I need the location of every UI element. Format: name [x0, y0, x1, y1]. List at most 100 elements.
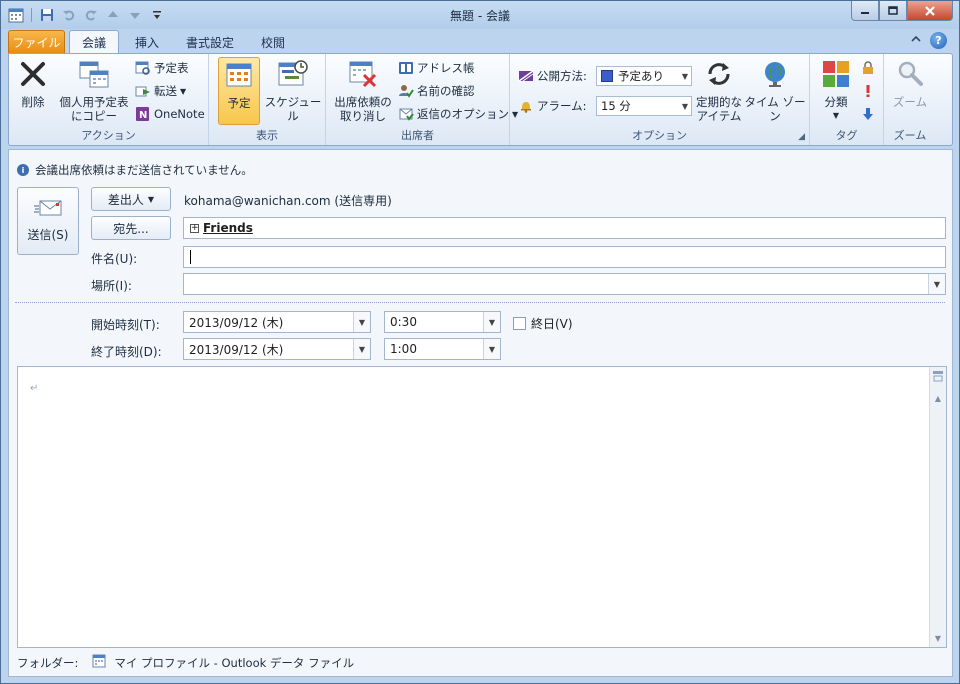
- cancel-invitation-label-2: 取り消し: [340, 109, 386, 123]
- paragraph-mark: ↵: [30, 383, 39, 394]
- location-dropdown-icon[interactable]: ▼: [928, 274, 945, 294]
- folder-label: フォルダー:: [17, 655, 79, 670]
- send-envelope-icon: [33, 199, 63, 220]
- reminder-value: 15 分: [601, 99, 631, 113]
- start-date-dropdown-icon[interactable]: ▼: [353, 312, 370, 332]
- onenote-button[interactable]: N OneNote: [135, 104, 205, 124]
- scheduling-button[interactable]: スケジュール: [262, 57, 324, 123]
- group-zoom: ズーム ズーム: [884, 54, 936, 145]
- all-day-checkbox[interactable]: 終日(V): [513, 315, 573, 332]
- start-time-dropdown-icon[interactable]: ▼: [483, 312, 500, 332]
- copy-label-1: 個人用予定表: [59, 95, 129, 109]
- reminder-label-wrap: アラーム:: [518, 96, 587, 116]
- copy-label-2: にコピー: [71, 109, 117, 123]
- end-time-dropdown-icon[interactable]: ▼: [483, 339, 500, 359]
- expand-group-icon[interactable]: +: [190, 223, 199, 233]
- tab-review[interactable]: 校閲: [251, 30, 295, 54]
- busy-color-swatch: [601, 70, 613, 82]
- lock-icon: [860, 60, 876, 76]
- ruler-toggle-icon[interactable]: [931, 369, 945, 383]
- start-time-picker[interactable]: 0:30 ▼: [384, 311, 501, 333]
- show-as-dropdown-icon: ▼: [681, 72, 688, 81]
- send-label: 送信(S): [27, 228, 69, 242]
- response-options-button[interactable]: 返信のオプション ▼: [398, 104, 518, 124]
- folder-calendar-icon: [92, 654, 106, 671]
- group-attendees: 出席依頼の 取り消し アドレス帳 名前の確認 返信のオプション ▼ 出席者: [326, 54, 518, 145]
- start-time-label: 開始時刻(T):: [91, 318, 160, 332]
- end-time-picker[interactable]: 1:00 ▼: [384, 338, 501, 360]
- message-body[interactable]: ↵ ▲ ▼: [17, 366, 947, 648]
- appointment-button[interactable]: 予定: [218, 57, 260, 125]
- scheduling-label: スケジュール: [264, 95, 322, 123]
- appointment-label: 予定: [227, 96, 251, 110]
- all-day-checkbox-box[interactable]: [513, 317, 526, 330]
- tab-insert[interactable]: 挿入: [125, 30, 169, 54]
- to-button[interactable]: 宛先...: [91, 216, 171, 240]
- delete-button[interactable]: 削除: [15, 57, 51, 109]
- categorize-dropdown-icon: ▼: [832, 111, 840, 120]
- show-as-value: 予定あり: [618, 69, 664, 83]
- show-as-select[interactable]: 予定あり ▼: [596, 66, 692, 86]
- magnifier-icon: [893, 57, 927, 91]
- recurrence-label-2: アイテム: [696, 109, 742, 123]
- cancel-invitation-button[interactable]: 出席依頼の 取り消し: [330, 57, 396, 123]
- minimize-icon[interactable]: [851, 1, 879, 21]
- high-importance-button[interactable]: [860, 81, 876, 101]
- from-dropdown-icon: ▼: [147, 194, 155, 204]
- reminder-dropdown-icon: ▼: [681, 102, 688, 111]
- tab-format[interactable]: 書式設定: [177, 30, 243, 54]
- check-names-button[interactable]: 名前の確認: [398, 81, 475, 101]
- copy-to-personal-calendar-button[interactable]: 個人用予定表 にコピー: [55, 57, 133, 123]
- from-button[interactable]: 差出人 ▼: [91, 187, 171, 211]
- appointment-calendar-icon: [222, 58, 256, 92]
- subject-label: 件名(U):: [91, 252, 138, 266]
- ribbon: 削除 個人用予定表 にコピー 予定表 転送 ▼ N OneNote アクション …: [8, 53, 953, 146]
- maximize-icon[interactable]: [879, 1, 907, 21]
- low-importance-button[interactable]: [860, 104, 876, 124]
- start-date-picker[interactable]: 2013/09/12 (木) ▼: [183, 311, 371, 333]
- close-icon[interactable]: [907, 1, 953, 21]
- body-scrollbar[interactable]: ▲ ▼: [929, 367, 946, 647]
- zoom-button[interactable]: ズーム: [890, 57, 930, 109]
- response-options-icon: [398, 106, 414, 122]
- tab-meeting[interactable]: 会議: [69, 30, 119, 54]
- help-icon[interactable]: ?: [930, 32, 947, 49]
- action-group-label: アクション: [81, 129, 136, 142]
- calendar-button[interactable]: 予定表: [135, 58, 189, 78]
- categorize-button[interactable]: 分類 ▼: [816, 57, 856, 123]
- minimize-ribbon-icon[interactable]: [910, 33, 922, 48]
- private-button[interactable]: [860, 58, 876, 78]
- options-group-label: オプション: [632, 129, 687, 142]
- to-field[interactable]: + Friends: [183, 217, 946, 239]
- calendar-label: 予定表: [154, 61, 189, 75]
- response-options-label: 返信のオプション: [417, 107, 509, 121]
- reminder-select[interactable]: 15 分 ▼: [596, 96, 692, 116]
- send-button[interactable]: 送信(S): [17, 187, 79, 255]
- address-book-label: アドレス帳: [417, 61, 475, 75]
- address-book-button[interactable]: アドレス帳: [398, 58, 475, 78]
- recurrence-button[interactable]: 定期的な アイテム: [694, 57, 744, 123]
- tab-file[interactable]: ファイル: [8, 30, 65, 54]
- scroll-down-icon[interactable]: ▼: [931, 631, 945, 645]
- categorize-icon: [819, 57, 853, 91]
- check-names-icon: [398, 83, 414, 99]
- exclamation-icon: [860, 83, 876, 99]
- forward-button[interactable]: 転送 ▼: [135, 81, 186, 101]
- to-recipient-group[interactable]: + Friends: [190, 221, 253, 235]
- all-day-label: 終日(V): [531, 317, 573, 331]
- time-zones-button[interactable]: タイム ゾーン: [744, 57, 806, 123]
- forward-icon: [135, 83, 151, 99]
- forward-label: 転送: [154, 84, 177, 98]
- group-action: 削除 個人用予定表 にコピー 予定表 転送 ▼ N OneNote アクション: [9, 54, 209, 145]
- subject-input[interactable]: [183, 246, 946, 268]
- reminder-label: アラーム:: [537, 99, 587, 113]
- zoom-group-label: ズーム: [893, 129, 927, 142]
- end-date-picker[interactable]: 2013/09/12 (木) ▼: [183, 338, 371, 360]
- scroll-up-icon[interactable]: ▲: [931, 391, 945, 405]
- location-combo[interactable]: ▼: [183, 273, 946, 295]
- calendar-search-icon: [135, 60, 151, 76]
- tags-group-label: タグ: [835, 129, 858, 142]
- end-date-dropdown-icon[interactable]: ▼: [353, 339, 370, 359]
- globe-icon: [758, 57, 792, 91]
- text-caret: [190, 250, 191, 264]
